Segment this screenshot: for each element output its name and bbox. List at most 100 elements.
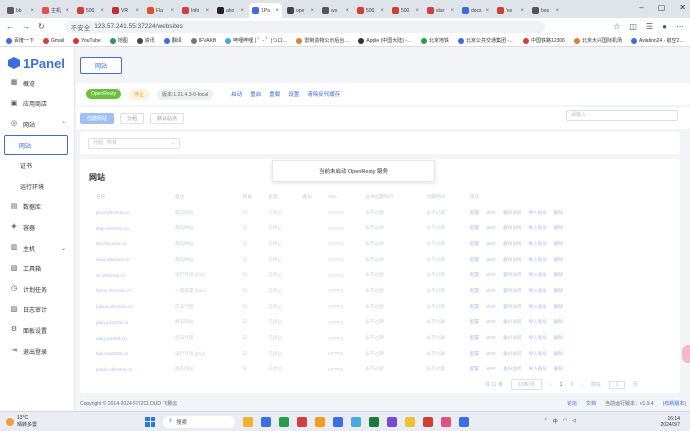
bookmark-item[interactable]: IFVAKB [190,37,216,44]
tab-close-icon[interactable]: × [450,8,454,14]
browser-tab[interactable]: wo × [319,3,352,18]
browser-tab[interactable]: VR × [109,3,142,18]
openresty-action-link[interactable]: 清除反代缓存 [307,90,340,98]
page-size-select[interactable]: 10条/页 [510,379,542,390]
bookmark-item[interactable]: 地图 [109,37,128,44]
row-action-link[interactable]: WAF [486,351,496,356]
row-action-link[interactable]: 备份访问 [503,319,521,324]
browser-tab[interactable]: 1Pa × [249,3,282,18]
sidebar-item[interactable]: ◈ 容器 [0,217,74,238]
tab-close-icon[interactable]: × [415,8,419,14]
row-action-link[interactable]: WAF [486,366,496,371]
more-icon[interactable]: ⋯ [676,22,684,31]
chevron-up-icon[interactable]: ⌃ [544,418,548,425]
default-site-button[interactable]: 默认站点 [150,112,185,124]
table-cell[interactable]: pdsua.vfecsms.cn [94,299,173,315]
page-1[interactable]: 1 [560,382,563,388]
wifi-icon[interactable]: ◠ [563,418,567,425]
row-action-link[interactable]: WAF [486,272,496,277]
tab-close-icon[interactable]: × [30,8,34,14]
tab-close-icon[interactable]: × [240,8,244,14]
browser-tab[interactable]: ope × [284,3,317,18]
back-icon[interactable]: ← [6,22,14,31]
row-action-link[interactable]: 删除 [554,225,563,230]
sidebar-item[interactable]: ⇥ 退出登录 [0,341,74,362]
star-icon[interactable]: ☆ [613,22,620,31]
taskbar-app-icon[interactable] [279,416,290,427]
sidebar-item[interactable]: ▦ 概览 [0,73,74,94]
row-action-link[interactable]: 删除 [554,366,563,371]
row-action-link[interactable]: 导入备份 [529,241,547,246]
tab-websites[interactable]: 网站 [80,57,122,74]
tab-close-icon[interactable]: × [485,8,489,14]
tab-close-icon[interactable]: × [65,8,69,14]
url-field[interactable]: 不安全 123.57.241.55:37224/websites [64,20,545,33]
row-action-link[interactable]: 配置 [470,257,479,262]
browser-tab[interactable]: 500 × [74,3,107,18]
ime-indicator[interactable]: 中 [553,418,558,425]
row-action-link[interactable]: 配置 [470,366,479,371]
row-action-link[interactable]: 备份访问 [503,304,521,309]
taskbar-app-icon[interactable] [351,416,362,427]
sidebar-item[interactable]: ▤ 数据库 [0,197,74,218]
bookmark-item[interactable]: 哔哩哔哩 ( ゜- ゜)つロ… [225,37,287,44]
table-cell[interactable]: bak.sca2005.cn [94,346,173,362]
browser-tab[interactable]: 500 × [389,3,422,18]
row-action-link[interactable]: 删除 [554,272,563,277]
openresty-action-link[interactable]: 重启 [250,90,261,98]
bookmark-item[interactable]: 北京大兴国际机场 [573,37,622,44]
bookmark-item[interactable]: 百度一下 [6,37,34,44]
taskbar-app-icon[interactable] [243,416,254,427]
table-cell[interactable]: plan.jnz2005.cn [94,315,173,331]
row-action-link[interactable]: 删除 [554,351,563,356]
tab-close-icon[interactable]: × [275,8,279,14]
row-action-link[interactable]: 删除 [554,288,563,293]
row-action-link[interactable]: WAF [486,319,496,324]
page-input[interactable]: 1 [608,380,625,389]
row-action-link[interactable]: 导入备份 [529,288,547,293]
openresty-action-link[interactable]: 重载 [269,90,280,98]
forward-icon[interactable]: → [22,22,30,31]
row-action-link[interactable]: 导入备份 [529,272,547,277]
sidebar-item[interactable]: ▥ 主机 ⌄ [0,238,74,259]
sidebar-item[interactable]: ▣ 应用商店 [0,94,74,115]
taskbar-app-icon[interactable] [315,416,326,427]
row-action-link[interactable]: 导入备份 [529,210,547,215]
row-action-link[interactable]: 备份访问 [503,241,521,246]
taskbar-app-icon[interactable] [405,416,416,427]
browser-tab[interactable]: aho × [214,3,247,18]
table-cell[interactable]: step.vfecsms.cn [94,220,173,236]
row-action-link[interactable]: 配置 [470,288,479,293]
row-action-link[interactable]: WAF [486,210,496,215]
row-action-link[interactable]: 备份访问 [503,288,521,293]
bookmark-item[interactable]: YouTube [73,37,101,44]
reload-icon[interactable]: ↻ [38,22,45,31]
bookmark-item[interactable]: 中国铁路12306 [523,37,565,44]
row-action-link[interactable]: WAF [486,288,496,293]
bookmark-item[interactable]: 翻译 [163,37,182,44]
tab-close-icon[interactable]: × [310,8,314,14]
extensions-icon[interactable]: ◫ [629,22,637,31]
bookmark-item[interactable]: 北京地铁 [420,37,449,44]
row-action-link[interactable]: WAF [486,257,496,262]
taskbar-search[interactable]: ⌕ 搜索 [163,415,236,428]
windows-start-icon[interactable] [145,416,156,427]
taskbar-app-icon[interactable] [369,416,380,427]
minimize-icon[interactable]: – [639,3,643,12]
sidebar-item[interactable]: ▧ 工具箱 [0,258,74,279]
sidebar-item[interactable]: 运行环境 [0,176,74,197]
maximize-icon[interactable]: ▢ [658,3,666,12]
row-action-link[interactable]: 删除 [554,257,563,262]
taskbar-app-icon[interactable] [333,416,344,427]
row-action-link[interactable]: 备份访问 [503,351,521,356]
row-action-link[interactable]: 删除 [554,319,563,324]
sidebar-item[interactable]: 证书 [0,155,74,176]
table-cell[interactable]: pont.vfecsms.cn [94,205,173,221]
table-cell[interactable]: ve.vfecsms.cn [94,267,173,283]
clock[interactable]: 16:14 2024/3/7 [661,416,680,428]
row-action-link[interactable]: 备份访问 [503,257,521,262]
next-page-icon[interactable]: › [581,382,583,388]
row-action-link[interactable]: 导入备份 [529,335,547,340]
row-action-link[interactable]: 配置 [470,210,479,215]
browser-tab[interactable]: 500 × [354,3,387,18]
